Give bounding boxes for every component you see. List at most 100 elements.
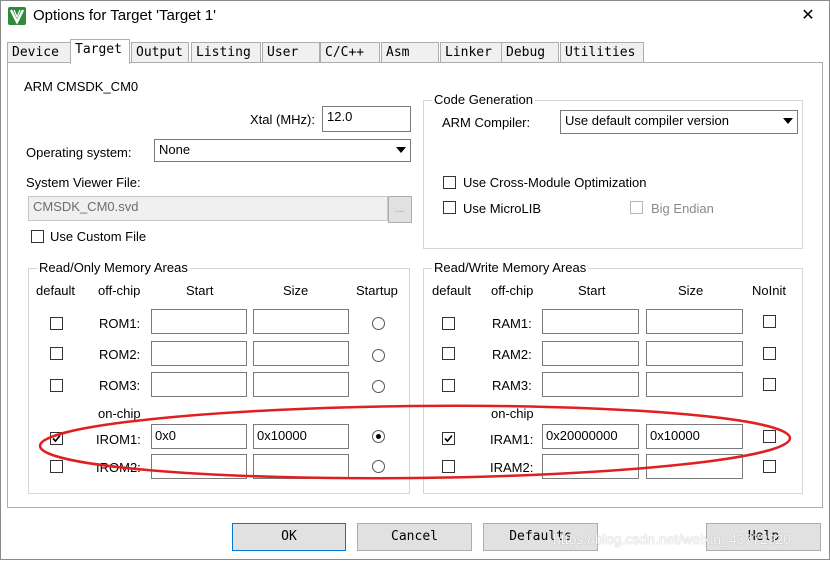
- rom3-default-checkbox[interactable]: [50, 379, 63, 392]
- ram3-noinit-checkbox[interactable]: [763, 378, 776, 391]
- code-generation-group: Code Generation ARM Compiler: Use defaul…: [423, 92, 803, 249]
- ram2-start-input[interactable]: [542, 341, 639, 366]
- cross-module-label: Use Cross-Module Optimization: [463, 175, 647, 190]
- rom2-size-input[interactable]: [253, 341, 349, 366]
- irom2-size-input[interactable]: [253, 454, 349, 479]
- svd-browse-button[interactable]: ...: [388, 196, 412, 223]
- tab-debug[interactable]: Debug: [501, 42, 559, 63]
- compiler-label: ARM Compiler:: [442, 115, 531, 130]
- rom-size-header: Size: [283, 283, 309, 298]
- ram1-start-input[interactable]: [542, 309, 639, 334]
- rom1-startup-radio[interactable]: [372, 317, 385, 330]
- iram2-noinit-checkbox[interactable]: [763, 460, 776, 473]
- os-label: Operating system:: [26, 145, 132, 160]
- tab-target[interactable]: Target: [70, 39, 130, 64]
- iram2-size-input[interactable]: [646, 454, 743, 479]
- ram-offchip-header: off-chip: [491, 283, 534, 298]
- irom2-default-checkbox[interactable]: [50, 460, 63, 473]
- rom2-startup-radio[interactable]: [372, 349, 385, 362]
- ram1-noinit-checkbox[interactable]: [763, 315, 776, 328]
- rom3-label: ROM3:: [99, 378, 141, 393]
- rom-areas-title: Read/Only Memory Areas: [37, 260, 190, 275]
- iram1-noinit-checkbox[interactable]: [763, 430, 776, 443]
- ok-button[interactable]: OK: [232, 523, 346, 551]
- ram2-size-input[interactable]: [646, 341, 743, 366]
- cancel-button[interactable]: Cancel: [357, 523, 472, 551]
- microlib-checkbox[interactable]: [443, 201, 456, 214]
- rom1-label: ROM1:: [99, 316, 141, 331]
- watermark-text: https://blog.csdn.net/weixin_43772920: [553, 531, 792, 547]
- options-dialog: Options for Target 'Target 1' ✕ Device T…: [0, 0, 830, 560]
- custom-file-checkbox[interactable]: [31, 230, 44, 243]
- rom3-start-input[interactable]: [151, 372, 247, 397]
- rom1-default-checkbox[interactable]: [50, 317, 63, 330]
- tab-cpp[interactable]: C/C++: [320, 42, 380, 63]
- rom1-size-input[interactable]: [253, 309, 349, 334]
- tab-utilities[interactable]: Utilities: [560, 42, 644, 63]
- chevron-down-icon: [779, 112, 796, 132]
- irom1-start-input[interactable]: 0x0: [151, 424, 247, 449]
- ram2-label: RAM2:: [492, 347, 532, 362]
- title-bar: Options for Target 'Target 1' ✕: [1, 1, 829, 32]
- compiler-select[interactable]: Use default compiler version: [560, 110, 798, 134]
- ram3-default-checkbox[interactable]: [442, 379, 455, 392]
- ram2-default-checkbox[interactable]: [442, 347, 455, 360]
- iram1-label: IRAM1:: [490, 432, 534, 447]
- rom-startup-header: Startup: [356, 283, 398, 298]
- ram-areas-group: Read/Write Memory Areas default off-chip…: [423, 260, 803, 494]
- ram3-start-input[interactable]: [542, 372, 639, 397]
- tab-linker[interactable]: Linker: [440, 42, 502, 63]
- rom3-size-input[interactable]: [253, 372, 349, 397]
- close-icon[interactable]: ✕: [797, 6, 819, 26]
- tab-output[interactable]: Output: [131, 42, 189, 63]
- rom-start-header: Start: [186, 283, 214, 298]
- ram1-size-input[interactable]: [646, 309, 743, 334]
- irom1-startup-radio[interactable]: [372, 430, 385, 443]
- microlib-label: Use MicroLIB: [463, 201, 542, 216]
- radio-selected-dot: [376, 434, 381, 439]
- rom1-start-input[interactable]: [151, 309, 247, 334]
- ram1-default-checkbox[interactable]: [442, 317, 455, 330]
- os-select[interactable]: None: [154, 139, 411, 162]
- tab-device[interactable]: Device: [7, 42, 71, 63]
- big-endian-label: Big Endian: [651, 201, 714, 216]
- ram1-label: RAM1:: [492, 316, 532, 331]
- rom2-default-checkbox[interactable]: [50, 347, 63, 360]
- irom2-startup-radio[interactable]: [372, 460, 385, 473]
- rom-offchip-header: off-chip: [98, 283, 141, 298]
- ram-areas-title: Read/Write Memory Areas: [432, 260, 589, 275]
- device-name: ARM CMSDK_CM0: [24, 79, 139, 94]
- iram1-start-input[interactable]: 0x20000000: [542, 424, 639, 449]
- tab-listing[interactable]: Listing: [191, 42, 261, 63]
- iram2-start-input[interactable]: [542, 454, 639, 479]
- ram-default-header: default: [432, 283, 472, 298]
- ram2-noinit-checkbox[interactable]: [763, 347, 776, 360]
- iram2-default-checkbox[interactable]: [442, 460, 455, 473]
- iram1-size-input[interactable]: 0x10000: [646, 424, 743, 449]
- ram3-size-input[interactable]: [646, 372, 743, 397]
- cross-module-checkbox[interactable]: [443, 176, 456, 189]
- irom2-label: IROM2:: [96, 460, 141, 475]
- rom2-label: ROM2:: [99, 347, 141, 362]
- xtal-input[interactable]: 12.0: [322, 106, 411, 132]
- rom3-startup-radio[interactable]: [372, 380, 385, 393]
- irom2-start-input[interactable]: [151, 454, 247, 479]
- ram-size-header: Size: [678, 283, 704, 298]
- svd-input[interactable]: CMSDK_CM0.svd: [28, 196, 388, 221]
- iram2-label: IRAM2:: [490, 460, 534, 475]
- iram1-default-checkbox[interactable]: [442, 432, 455, 445]
- irom1-default-checkbox[interactable]: [50, 432, 63, 445]
- ram-start-header: Start: [578, 283, 606, 298]
- big-endian-checkbox[interactable]: [630, 201, 643, 214]
- tab-user[interactable]: User: [262, 42, 320, 63]
- checkmark-icon: [52, 434, 61, 443]
- custom-file-label: Use Custom File: [50, 229, 147, 244]
- compiler-select-value: Use default compiler version: [565, 113, 730, 128]
- tab-asm[interactable]: Asm: [381, 42, 439, 63]
- rom-areas-group: Read/Only Memory Areas default off-chip …: [28, 260, 410, 494]
- irom1-label: IROM1:: [96, 432, 141, 447]
- chevron-down-icon: [392, 141, 409, 160]
- rom2-start-input[interactable]: [151, 341, 247, 366]
- irom1-size-input[interactable]: 0x10000: [253, 424, 349, 449]
- code-generation-title: Code Generation: [432, 92, 536, 107]
